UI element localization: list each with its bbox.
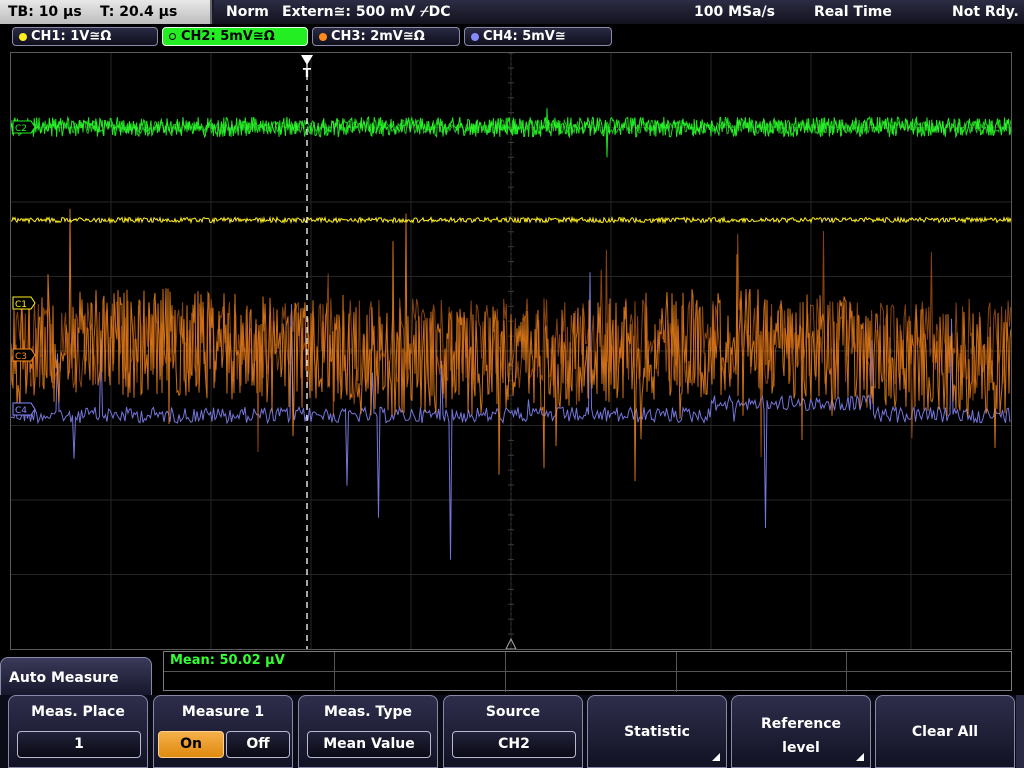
measurement-divider — [505, 652, 506, 692]
ch3-label: CH3: 2mV≅Ω — [331, 29, 425, 44]
menu-scroll-edge — [1016, 695, 1024, 768]
ch3-color-dot-icon — [319, 33, 327, 41]
ch2-label: CH2: 5mV≅Ω — [181, 29, 275, 44]
ch3-marker-label: C3 — [15, 352, 27, 362]
ch3-offset-marker[interactable]: C3 — [12, 348, 36, 362]
trigger-marker-label: T — [303, 66, 312, 80]
meas-type-value[interactable]: Mean Value — [307, 731, 431, 758]
ch1-label: CH1: 1V≅Ω — [31, 29, 112, 44]
ch1-marker-label: C1 — [15, 300, 27, 310]
clear-all-softkey[interactable]: Clear All — [875, 695, 1015, 768]
trigger-time-value: T: 20.4 µs — [100, 4, 178, 20]
clear-all-label: Clear All — [911, 724, 979, 740]
measurement-divider — [846, 652, 847, 692]
reference-label-line2: level — [782, 740, 820, 756]
waveform-display[interactable]: T C2 C1 C3 C4 — [10, 52, 1012, 650]
meas-type-label: Meas. Type — [324, 704, 412, 720]
ch2-color-dot-icon — [169, 33, 176, 40]
ch2-marker-label: C2 — [15, 124, 27, 134]
meas-place-value[interactable]: 1 — [17, 731, 141, 758]
timebase-value: TB: 10 µs — [8, 4, 82, 20]
measurement-result: Mean: 50.02 µV — [170, 653, 285, 668]
source-label: Source — [485, 704, 541, 720]
ch1-offset-marker[interactable]: C1 — [12, 296, 36, 310]
source-softkey[interactable]: Source CH2 — [443, 695, 583, 768]
acquisition-mode: Real Time — [814, 4, 892, 20]
submenu-arrow-icon — [712, 753, 720, 761]
status-bar: TB: 10 µs T: 20.4 µs Norm Extern≅: 500 m… — [0, 0, 1024, 24]
ch4-offset-marker[interactable]: C4 — [12, 402, 36, 416]
measure1-label: Measure 1 — [181, 704, 265, 720]
channel-tab-ch2[interactable]: CH2: 5mV≅Ω — [162, 27, 308, 46]
sample-rate: 100 MSa/s — [694, 4, 776, 20]
submenu-arrow-icon — [856, 753, 864, 761]
reference-level-label: Reference level — [732, 712, 870, 760]
measure1-on-toggle[interactable]: On — [158, 731, 224, 758]
channel-tab-ch3[interactable]: CH3: 2mV≅Ω — [312, 27, 460, 46]
reference-level-softkey[interactable]: Reference level — [731, 695, 871, 768]
timebase-box[interactable]: TB: 10 µs T: 20.4 µs — [0, 0, 212, 24]
trigger-source[interactable]: Extern≅: 500 mV ⌿DC — [282, 0, 451, 24]
ch2-offset-marker[interactable]: C2 — [12, 120, 36, 134]
ch4-label: CH4: 5mV≅ — [483, 29, 566, 44]
statistic-softkey[interactable]: Statistic — [587, 695, 727, 768]
channel-tab-ch1[interactable]: CH1: 1V≅Ω — [12, 27, 158, 46]
source-value[interactable]: CH2 — [452, 731, 576, 758]
menu-title-auto-measure: Auto Measure — [0, 657, 152, 697]
acquisition-state: Not Rdy. — [952, 4, 1019, 20]
measure1-off-toggle[interactable]: Off — [226, 731, 290, 758]
waveform-canvas: T C2 C1 C3 C4 — [11, 53, 1011, 649]
meas-place-softkey[interactable]: Meas. Place 1 — [8, 695, 148, 768]
channel-tab-ch4[interactable]: CH4: 5mV≅ — [464, 27, 612, 46]
channel-tabs: CH1: 1V≅Ω CH2: 5mV≅Ω CH3: 2mV≅Ω CH4: 5mV… — [0, 24, 1024, 48]
measurement-results-panel: Mean: 50.02 µV — [163, 651, 1012, 692]
meas-place-label: Meas. Place — [31, 704, 125, 720]
measure1-softkey[interactable]: Measure 1 On Off — [153, 695, 293, 768]
trigger-mode[interactable]: Norm — [226, 0, 269, 24]
reference-label-line1: Reference — [760, 716, 842, 732]
ch4-marker-label: C4 — [15, 406, 27, 416]
measurement-row-top — [164, 652, 1011, 672]
ch1-color-dot-icon — [19, 33, 27, 41]
softkey-bar: Meas. Place 1 Measure 1 On Off Meas. Typ… — [0, 695, 1024, 768]
ch4-color-dot-icon — [471, 33, 479, 41]
measurement-divider — [676, 652, 677, 692]
statistic-label: Statistic — [624, 724, 690, 740]
measurement-divider — [334, 652, 335, 692]
meas-type-softkey[interactable]: Meas. Type Mean Value — [298, 695, 438, 768]
